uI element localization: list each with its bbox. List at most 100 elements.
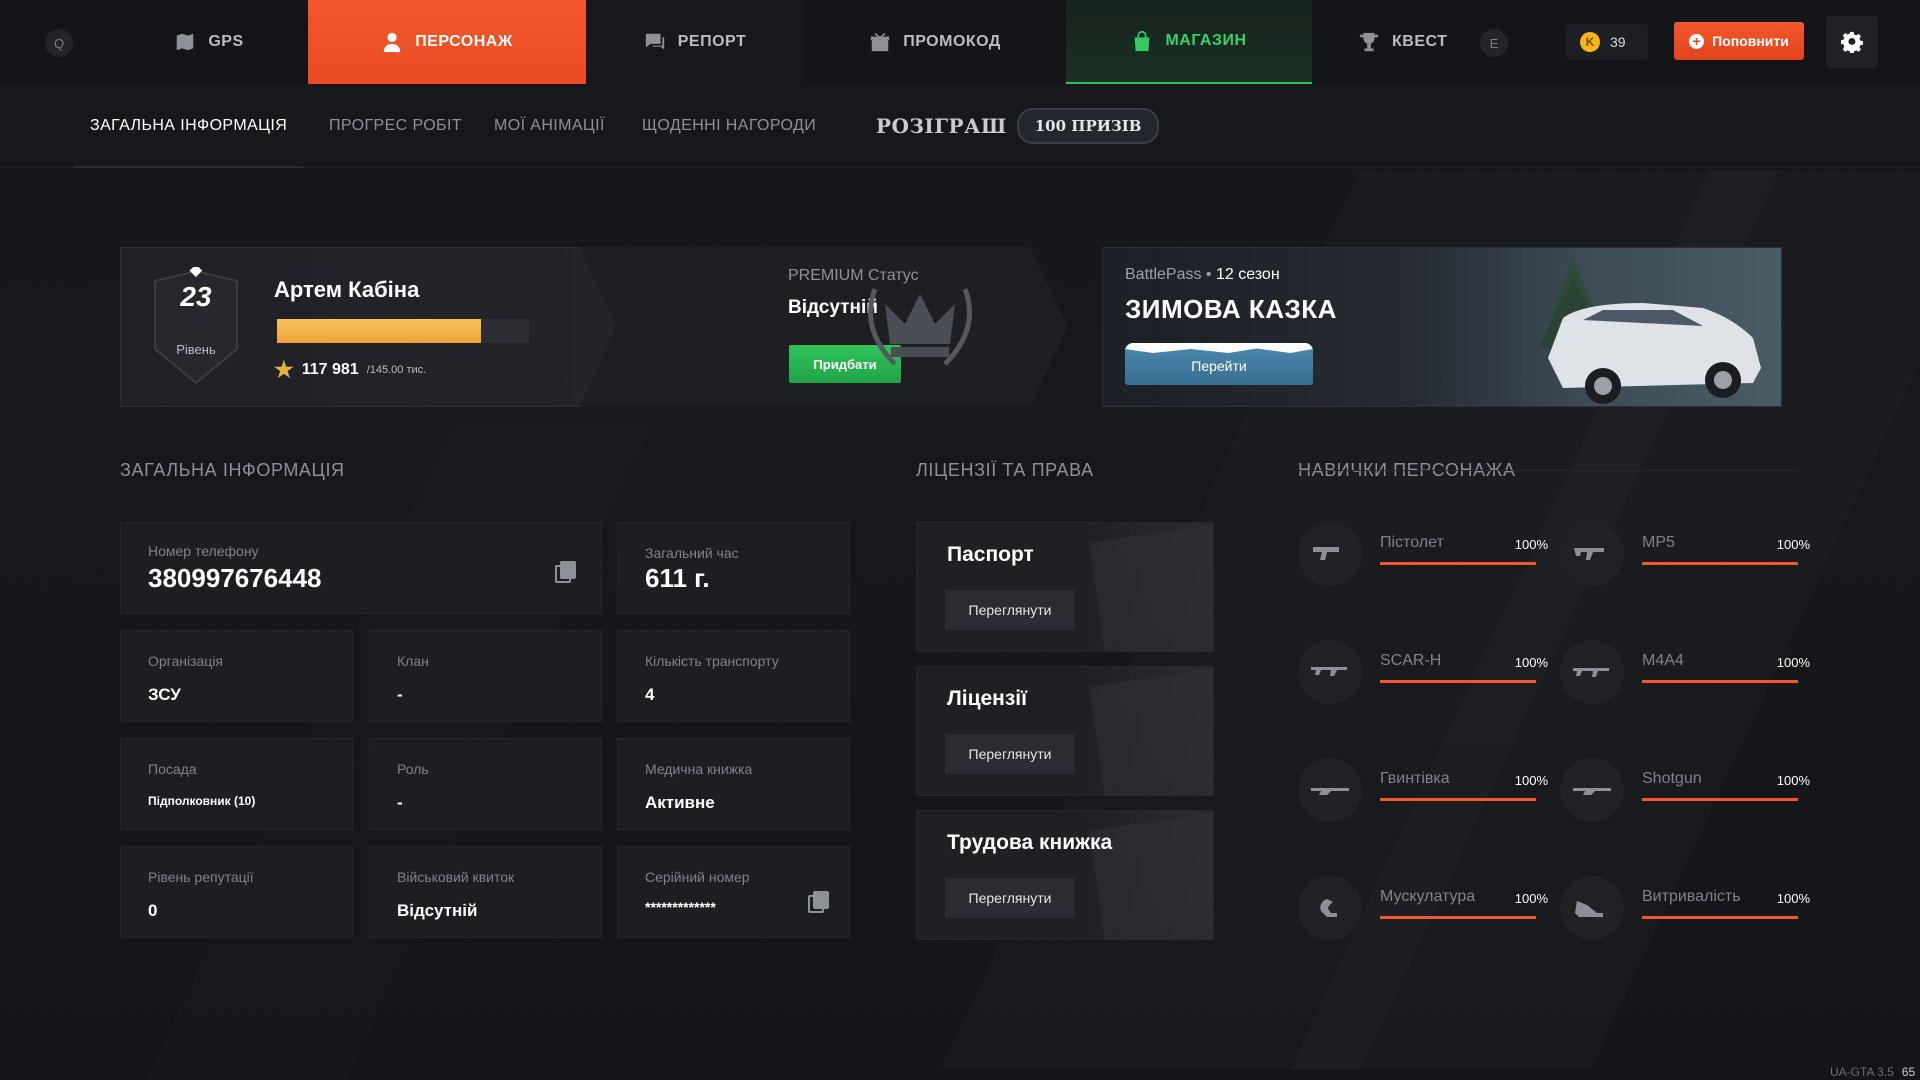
battlepass-card[interactable]: BattlePass • 12 сезон ЗИМОВА КАЗКА Перей…	[1102, 247, 1782, 407]
battlepass-season: 12 сезон	[1215, 266, 1280, 283]
skill-progress-fill	[1642, 562, 1798, 565]
serial-label: Серійний номер	[645, 869, 750, 885]
organization-card: Організація ЗСУ	[120, 630, 353, 722]
raffle-banner[interactable]: РОЗІГРАШ 100 ПРИЗІВ	[876, 108, 1160, 144]
tab-character[interactable]: ПЕРСОНАЖ	[308, 0, 586, 84]
star-icon: ★	[274, 357, 294, 382]
skill-percent: 100%	[1514, 537, 1548, 552]
tab-label: GPS	[208, 33, 244, 50]
tab-promocode[interactable]: ПРОМОКОД	[804, 0, 1066, 84]
skill-name: MP5	[1642, 534, 1675, 551]
clan-label: Клан	[397, 653, 429, 669]
skill-name: M4A4	[1642, 652, 1684, 669]
assault-rifle-icon	[1560, 640, 1624, 704]
skill-name: SCAR-H	[1380, 652, 1442, 669]
skills-divider	[1298, 470, 1798, 471]
tab-gps[interactable]: GPS	[110, 0, 308, 84]
battlepass-subtitle: BattlePass • 12 сезон	[1125, 266, 1280, 283]
smg-icon	[1560, 522, 1624, 586]
skill-progress-fill	[1642, 798, 1798, 801]
raffle-title: РОЗІГРАШ	[876, 114, 1007, 138]
gift-icon	[871, 32, 890, 52]
shotgun-icon	[1560, 758, 1624, 822]
tab-label: МАГАЗИН	[1165, 32, 1247, 49]
rifle-icon	[1298, 640, 1362, 704]
role-label: Роль	[397, 761, 429, 777]
muscle-icon	[1298, 876, 1362, 940]
license-title: Ліцензії	[947, 687, 1028, 710]
shopping-bag-icon	[1135, 30, 1150, 52]
subtab-my-animations[interactable]: МОЇ АНІМАЦІЇ	[494, 84, 605, 168]
tab-label: КВЕСТ	[1392, 33, 1448, 50]
xp-progress-fill	[277, 319, 482, 343]
position-label: Посада	[148, 761, 197, 777]
skill-item: M4A4 100%	[1560, 640, 1810, 710]
tab-quest[interactable]: КВЕСТ	[1358, 0, 1462, 84]
skill-percent: 100%	[1776, 891, 1810, 906]
view-workbook-button[interactable]: Переглянути	[945, 878, 1075, 918]
skill-percent: 100%	[1776, 537, 1810, 552]
skill-item: MP5 100%	[1560, 522, 1810, 592]
skill-name: Гвинтівка	[1380, 770, 1450, 787]
subtab-label: ПРОГРЕС РОБІТ	[329, 117, 462, 134]
skill-item: SCAR-H 100%	[1298, 640, 1548, 710]
skill-percent: 100%	[1514, 891, 1548, 906]
balance-value: 39	[1610, 34, 1626, 50]
tab-report[interactable]: РЕПОРТ	[586, 0, 804, 84]
medbook-card: Медична книжка Активне	[617, 738, 850, 830]
subtab-label: МОЇ АНІМАЦІЇ	[494, 117, 605, 134]
skill-progress-bar	[1642, 562, 1798, 565]
car-illustration-icon	[1538, 258, 1761, 404]
gear-icon	[1841, 31, 1863, 53]
trophy-icon	[1359, 32, 1379, 52]
license-title: Трудова книжка	[947, 831, 1113, 854]
license-card-licenses: Ліцензії Переглянути	[916, 666, 1214, 796]
organization-value: ЗСУ	[148, 685, 181, 704]
license-card-passport: Паспорт Переглянути	[916, 522, 1214, 652]
view-passport-button[interactable]: Переглянути	[945, 590, 1075, 630]
phone-label: Номер телефону	[148, 543, 259, 559]
medbook-label: Медична книжка	[645, 761, 753, 777]
subtab-label: ЗАГАЛЬНА ІНФОРМАЦІЯ	[90, 117, 288, 134]
skill-item: Shotgun 100%	[1560, 758, 1810, 828]
subtab-work-progress[interactable]: ПРОГРЕС РОБІТ	[329, 84, 462, 168]
skill-item: Витривалість 100%	[1560, 876, 1810, 946]
skill-name: Пістолет	[1380, 534, 1444, 551]
battlepass-go-label: Перейти	[1191, 358, 1247, 374]
skill-progress-bar	[1380, 562, 1536, 565]
xp-row: ★ 117 981 /145.00 тис.	[274, 357, 426, 383]
tab-shop[interactable]: МАГАЗИН	[1066, 0, 1312, 84]
settings-button[interactable]	[1826, 16, 1878, 68]
medbook-value: Активне	[645, 793, 715, 812]
copy-icon[interactable]	[555, 561, 576, 583]
sniper-rifle-icon	[1298, 758, 1362, 822]
tab-label: ПЕРСОНАЖ	[415, 33, 513, 50]
topup-button[interactable]: + Поповнити	[1674, 22, 1804, 60]
total-time-card: Загальний час 611 г.	[617, 522, 850, 614]
skill-progress-fill	[1642, 916, 1798, 919]
top-navigation: Q GPS ПЕРСОНАЖ РЕПОРТ ПРОМОКОД МАГАЗИН К…	[0, 0, 1920, 84]
skill-name: Витривалість	[1642, 888, 1741, 905]
license-card-workbook: Трудова книжка Переглянути	[916, 810, 1214, 940]
vehicles-value: 4	[645, 685, 655, 704]
profile-banner: 23 Рівень Артем Кабіна ★ 117 981 /145.00…	[120, 247, 1782, 407]
battlepass-title: ЗИМОВА КАЗКА	[1125, 294, 1337, 324]
key-hint-q: Q	[45, 29, 73, 57]
role-card: Роль -	[369, 738, 602, 830]
vehicles-card: Кількість транспорту 4	[617, 630, 850, 722]
skill-progress-fill	[1642, 680, 1798, 683]
subtab-daily-rewards[interactable]: ЩОДЕННІ НАГОРОДИ	[642, 84, 816, 168]
tab-label: РЕПОРТ	[677, 33, 747, 50]
battlepass-go-button[interactable]: Перейти	[1125, 347, 1313, 385]
skill-percent: 100%	[1776, 773, 1810, 788]
version-text: UA-GTA 3.5	[1830, 1065, 1894, 1079]
position-value: Підполковник (10)	[148, 794, 256, 808]
view-licenses-button[interactable]: Переглянути	[945, 734, 1075, 774]
subtab-general-info[interactable]: ЗАГАЛЬНА ІНФОРМАЦІЯ	[73, 84, 304, 168]
pistol-icon	[1298, 522, 1362, 586]
role-value: -	[397, 793, 403, 812]
copy-icon[interactable]	[808, 891, 829, 913]
skill-percent: 100%	[1514, 655, 1548, 670]
topup-label: Поповнити	[1712, 33, 1789, 49]
skill-item: Пістолет 100%	[1298, 522, 1548, 592]
